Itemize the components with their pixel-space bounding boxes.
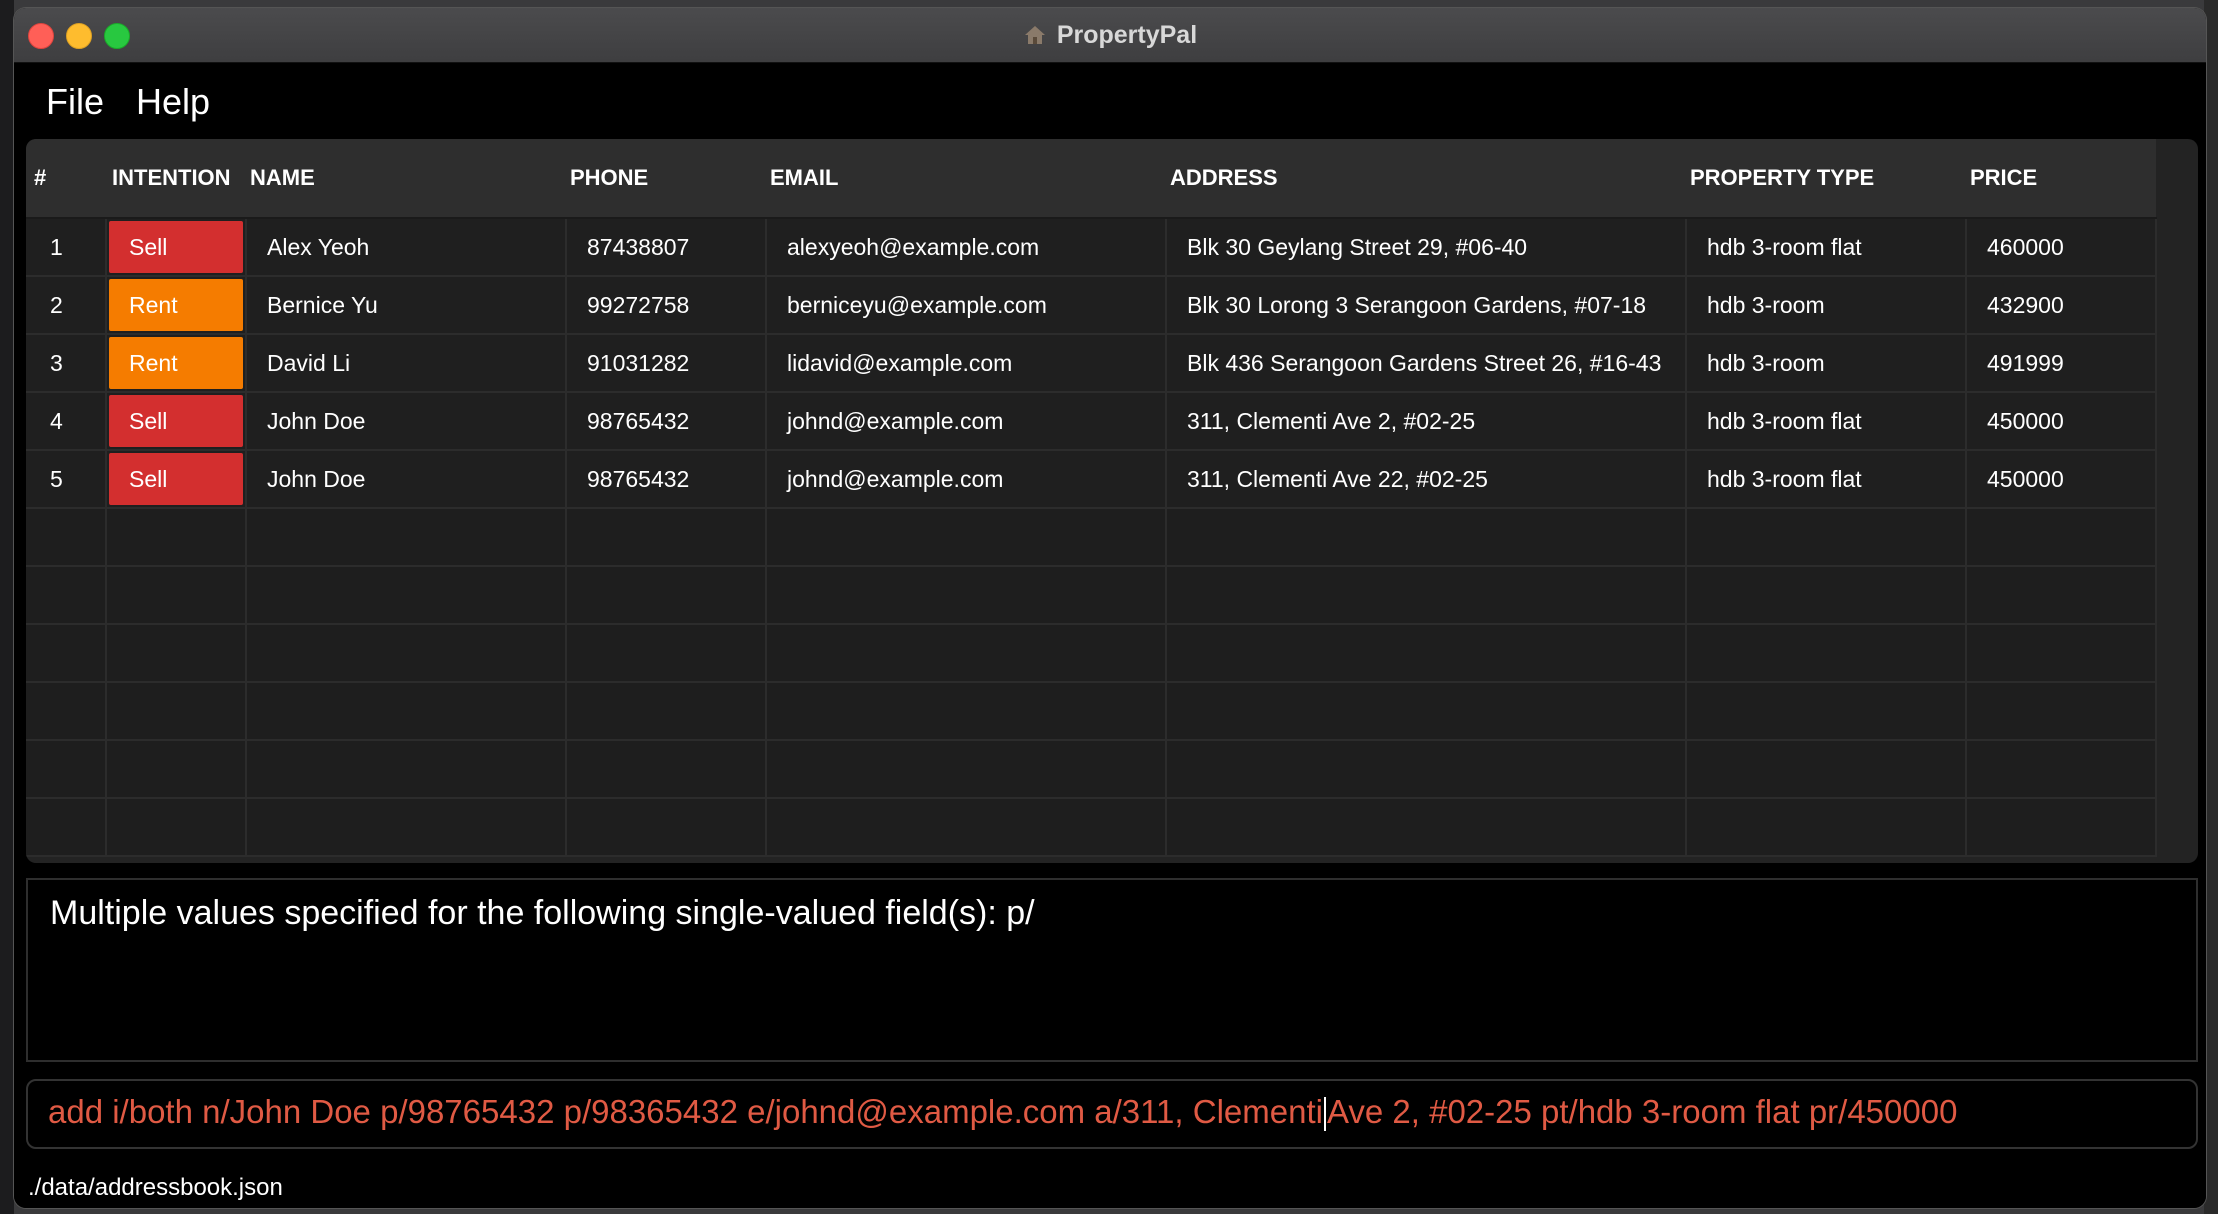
house-icon <box>1023 23 1047 47</box>
empty-row <box>26 798 2157 857</box>
column-header-property-type[interactable]: PROPERTY TYPE <box>1686 139 1966 219</box>
text-caret <box>1323 1097 1326 1132</box>
table-row[interactable]: 4 Sell John Doe 98765432 johnd@example.c… <box>26 392 2157 451</box>
intention-cell: Sell <box>106 218 247 277</box>
empty-row <box>26 508 2157 567</box>
phone-cell: 91031282 <box>566 334 767 393</box>
column-header-name[interactable]: NAME <box>246 139 566 219</box>
email-cell: johnd@example.com <box>766 450 1167 509</box>
name-cell: Alex Yeoh <box>246 218 567 277</box>
command-text-before-caret: add i/both n/John Doe p/98765432 p/98365… <box>48 1093 1323 1130</box>
email-cell: johnd@example.com <box>766 392 1167 451</box>
intention-badge: Sell <box>109 395 243 447</box>
app-window: PropertyPal File Help # INTENTION NAME P… <box>14 8 2206 1208</box>
result-display[interactable]: Multiple values specified for the follow… <box>26 878 2198 1062</box>
address-cell: Blk 436 Serangoon Gardens Street 26, #16… <box>1166 334 1687 393</box>
intention-cell: Sell <box>106 450 247 509</box>
name-cell: Bernice Yu <box>246 276 567 335</box>
desktop-background-right <box>2204 0 2218 1214</box>
empty-row <box>26 566 2157 625</box>
column-header-phone[interactable]: PHONE <box>566 139 766 219</box>
price-cell: 460000 <box>1966 218 2157 277</box>
person-table: # INTENTION NAME PHONE EMAIL ADDRESS PRO… <box>26 139 2157 857</box>
address-cell: 311, Clementi Ave 2, #02-25 <box>1166 392 1687 451</box>
status-bar: ./data/addressbook.json <box>14 1166 2206 1208</box>
phone-cell: 87438807 <box>566 218 767 277</box>
menu-file[interactable]: File <box>46 81 104 123</box>
phone-cell: 98765432 <box>566 450 767 509</box>
address-cell: Blk 30 Geylang Street 29, #06-40 <box>1166 218 1687 277</box>
table-row[interactable]: 3 Rent David Li 91031282 lidavid@example… <box>26 334 2157 393</box>
name-cell: John Doe <box>246 392 567 451</box>
price-cell: 450000 <box>1966 392 2157 451</box>
row-index: 5 <box>26 450 107 509</box>
property-type-cell: hdb 3-room <box>1686 276 1967 335</box>
intention-cell: Rent <box>106 334 247 393</box>
row-index: 1 <box>26 218 107 277</box>
email-cell: alexyeoh@example.com <box>766 218 1167 277</box>
column-header-price[interactable]: PRICE <box>1966 139 2156 219</box>
email-cell: berniceyu@example.com <box>766 276 1167 335</box>
window-title: PropertyPal <box>1056 20 1198 49</box>
table-row[interactable]: 1 Sell Alex Yeoh 87438807 alexyeoh@examp… <box>26 218 2157 277</box>
table-row[interactable]: 2 Rent Bernice Yu 99272758 berniceyu@exa… <box>26 276 2157 335</box>
property-type-cell: hdb 3-room flat <box>1686 392 1967 451</box>
table-header-row: # INTENTION NAME PHONE EMAIL ADDRESS PRO… <box>26 139 2156 219</box>
name-cell: John Doe <box>246 450 567 509</box>
command-text-after-caret: Ave 2, #02-25 pt/hdb 3-room flat pr/4500… <box>1326 1093 1958 1130</box>
email-cell: lidavid@example.com <box>766 334 1167 393</box>
command-input[interactable]: add i/both n/John Doe p/98765432 p/98365… <box>48 1093 1958 1132</box>
row-index: 4 <box>26 392 107 451</box>
price-cell: 450000 <box>1966 450 2157 509</box>
menu-help[interactable]: Help <box>136 81 210 123</box>
status-file-path: ./data/addressbook.json <box>28 1174 283 1201</box>
title-bar: PropertyPal <box>14 8 2206 63</box>
column-header-index[interactable]: # <box>26 139 106 219</box>
menu-bar: File Help <box>14 63 2206 145</box>
empty-row <box>26 624 2157 683</box>
empty-row <box>26 740 2157 799</box>
command-box[interactable]: add i/both n/John Doe p/98765432 p/98365… <box>26 1079 2198 1149</box>
phone-cell: 98765432 <box>566 392 767 451</box>
intention-badge: Sell <box>109 221 243 273</box>
row-index: 3 <box>26 334 107 393</box>
intention-badge: Rent <box>109 279 243 331</box>
property-type-cell: hdb 3-room flat <box>1686 450 1967 509</box>
column-header-address[interactable]: ADDRESS <box>1166 139 1686 219</box>
result-message: Multiple values specified for the follow… <box>50 894 1035 932</box>
address-cell: Blk 30 Lorong 3 Serangoon Gardens, #07-1… <box>1166 276 1687 335</box>
intention-badge: Rent <box>109 337 243 389</box>
column-header-intention[interactable]: INTENTION <box>106 139 246 219</box>
intention-badge: Sell <box>109 453 243 505</box>
table-row[interactable]: 5 Sell John Doe 98765432 johnd@example.c… <box>26 450 2157 509</box>
address-cell: 311, Clementi Ave 22, #02-25 <box>1166 450 1687 509</box>
row-index: 2 <box>26 276 107 335</box>
phone-cell: 99272758 <box>566 276 767 335</box>
column-header-email[interactable]: EMAIL <box>766 139 1166 219</box>
window-title-group: PropertyPal <box>14 8 2206 62</box>
price-cell: 432900 <box>1966 276 2157 335</box>
property-type-cell: hdb 3-room flat <box>1686 218 1967 277</box>
name-cell: David Li <box>246 334 567 393</box>
intention-cell: Rent <box>106 276 247 335</box>
desktop-background <box>0 0 14 1214</box>
price-cell: 491999 <box>1966 334 2157 393</box>
person-table-panel: # INTENTION NAME PHONE EMAIL ADDRESS PRO… <box>26 139 2198 863</box>
property-type-cell: hdb 3-room <box>1686 334 1967 393</box>
empty-row <box>26 682 2157 741</box>
intention-cell: Sell <box>106 392 247 451</box>
